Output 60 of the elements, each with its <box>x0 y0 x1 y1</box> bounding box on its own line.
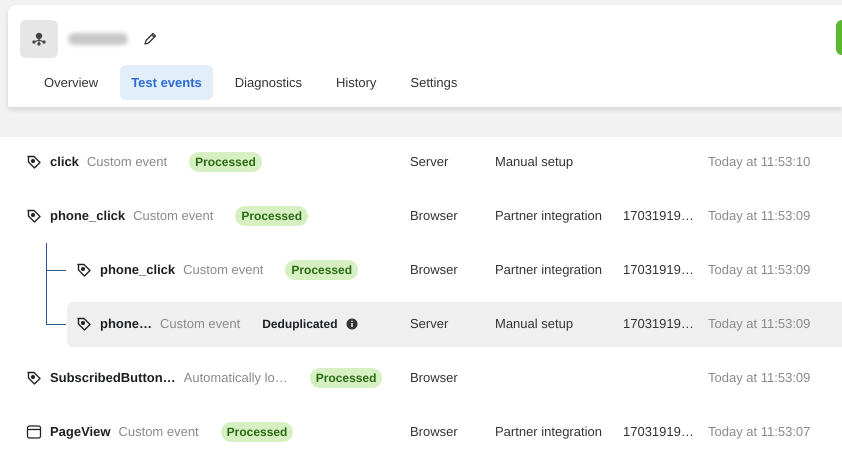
event-name: SubscribedButton… <box>50 369 176 388</box>
event-type: Custom event <box>160 315 240 334</box>
event-time: Today at 11:53:09 <box>708 370 810 385</box>
event-name: PageView <box>50 423 110 442</box>
tag-icon <box>76 262 92 278</box>
event-source: Server <box>410 154 448 169</box>
event-time: Today at 11:53:09 <box>708 262 810 277</box>
event-time: Today at 11:53:09 <box>708 208 810 223</box>
event-time: Today at 11:53:07 <box>708 424 810 439</box>
event-row[interactable]: SubscribedButton… Automatically lo… Processed Browser Today at 11:53:09 <box>0 356 842 400</box>
tag-icon <box>26 154 42 170</box>
edit-icon[interactable] <box>142 31 158 47</box>
event-type: Custom event <box>86 153 168 172</box>
event-id: 17031919… <box>623 316 694 331</box>
setup-method: Partner integration <box>495 208 602 223</box>
status-badge: Processed <box>235 206 308 226</box>
event-type: Automatically lo… <box>184 369 288 388</box>
event-source: Server <box>410 316 448 331</box>
tab[interactable]: Test events <box>120 65 213 100</box>
event-name: phone_click <box>50 207 126 226</box>
blurred-name <box>68 33 128 45</box>
setup-method: Partner integration <box>495 262 602 277</box>
setup-method: Manual setup <box>495 154 574 169</box>
event-type: Custom event <box>118 423 199 442</box>
tag-icon <box>26 208 42 224</box>
event-source: Browser <box>410 424 458 439</box>
event-name: click <box>50 153 79 172</box>
event-name: phone_click <box>100 261 176 280</box>
tag-icon <box>26 370 42 386</box>
event-source: Browser <box>410 208 458 223</box>
tag-icon <box>76 316 92 332</box>
event-id: 17031919… <box>623 208 694 223</box>
event-type: Custom event <box>183 261 264 280</box>
tab[interactable]: Overview <box>32 65 110 100</box>
event-name: phone… <box>100 315 152 334</box>
event-time: Today at 11:53:10 <box>708 154 810 169</box>
info-icon[interactable] <box>346 318 358 330</box>
status-badge: Processed <box>220 422 294 442</box>
event-source: Browser <box>410 370 458 385</box>
status-badge: Processed <box>285 260 358 280</box>
event-row[interactable]: PageView Custom event Processed Browser Partner integration 17031919… Today at 11:53:07 <box>0 410 842 454</box>
event-time: Today at 11:53:09 <box>708 316 810 331</box>
tab[interactable]: Settings <box>398 65 470 100</box>
event-row[interactable]: phone_click Custom event Processed Browser Partner integration 17031919… Today at 11:53:09 <box>0 194 842 238</box>
status-badge: Processed <box>189 152 262 172</box>
event-source: Browser <box>410 262 458 277</box>
tab[interactable]: History <box>324 65 388 100</box>
setup-method: Manual setup <box>495 316 574 331</box>
setup-method: Partner integration <box>495 424 602 439</box>
event-row[interactable]: click Custom event Processed Server Manual setup Today at 11:53:10 <box>0 140 842 184</box>
event-id: 17031919… <box>623 424 694 439</box>
window-icon <box>26 424 42 440</box>
event-id: 17031919… <box>623 262 694 277</box>
event-row[interactable]: phone… Custom event Deduplicated Server Manual setup 17031919… Today at 11:53:09 <box>67 302 842 346</box>
tab[interactable]: Diagnostics <box>222 65 314 100</box>
event-type: Custom event <box>133 207 214 226</box>
status-badge: Processed <box>310 368 382 388</box>
status-label: Deduplicated <box>262 316 338 333</box>
network-icon <box>20 20 58 58</box>
event-row[interactable]: phone_click Custom event Processed Browser Partner integration 17031919… Today at 11:53:09 <box>67 248 842 292</box>
